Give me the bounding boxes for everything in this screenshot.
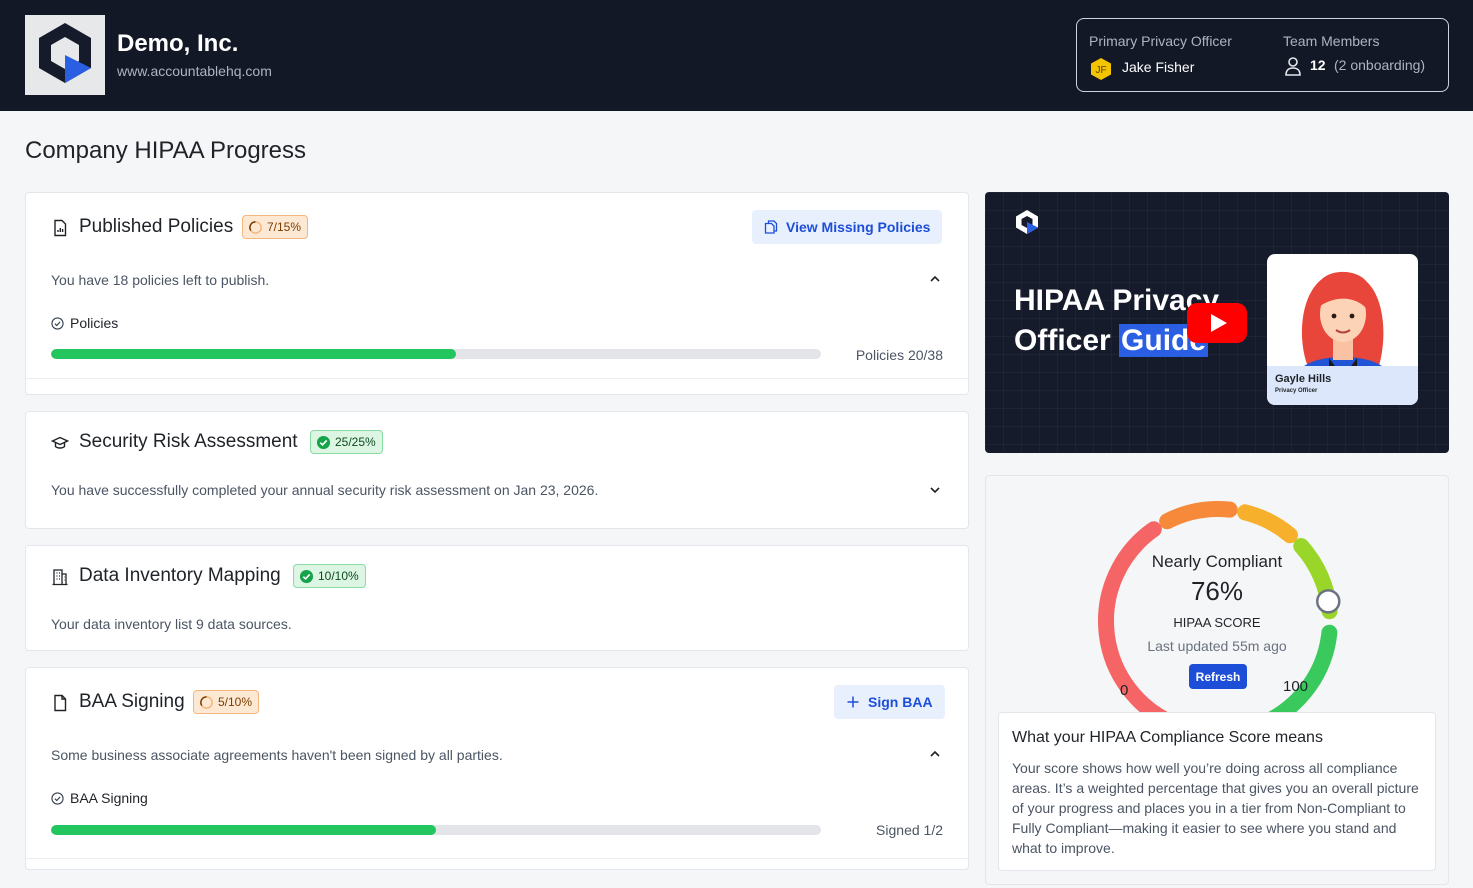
check-circle-filled-icon xyxy=(299,569,314,583)
top-header: Demo, Inc. www.accountablehq.com Primary… xyxy=(0,0,1473,111)
explanation-body: Your score shows how well you’re doing a… xyxy=(1012,760,1419,856)
card-description: Some business associate agreements haven… xyxy=(51,747,503,763)
card-title: Published Policies xyxy=(79,216,234,237)
loading-ring-icon xyxy=(249,220,262,234)
complete-badge: 10/10% xyxy=(293,564,366,588)
file-icon xyxy=(51,694,69,712)
progress-badge: 7/15% xyxy=(242,215,309,239)
published-policies-card: Published Policies 7/15% View Missing Po… xyxy=(25,192,969,395)
baa-progress-bar xyxy=(51,825,821,835)
gauge-max-label: 100 xyxy=(1283,678,1309,695)
policies-sub-label: Policies xyxy=(51,315,118,331)
chevron-down-icon[interactable] xyxy=(928,483,942,497)
data-inventory-mapping-card: Data Inventory Mapping 10/10% Your data … xyxy=(25,545,969,651)
team-info-box: Primary Privacy Officer JF Jake Fisher T… xyxy=(1076,18,1449,92)
last-updated: Last updated 55m ago xyxy=(1147,638,1287,654)
baa-sub-label: BAA Signing xyxy=(51,790,148,806)
divider xyxy=(26,378,968,379)
sign-baa-button[interactable]: Sign BAA xyxy=(834,685,945,719)
security-risk-assessment-card: Security Risk Assessment 25/25% You have… xyxy=(25,411,969,529)
video-title-line2: Officer Guide xyxy=(1014,324,1209,357)
svg-text:JF: JF xyxy=(1095,65,1106,76)
video-thumbnail[interactable]: HIPAA Privacy Officer Guide Gayle Hills … xyxy=(985,192,1449,453)
refresh-button[interactable]: Refresh xyxy=(1189,664,1247,689)
presenter-portrait: Gayle Hills Privacy Officer xyxy=(1267,254,1418,405)
presenter-name: Gayle Hills xyxy=(1275,373,1332,385)
company-logo xyxy=(25,15,105,95)
baa-signing-card: BAA Signing 5/10% Sign BAA Some business… xyxy=(25,667,969,870)
document-icon xyxy=(51,219,69,237)
user-icon xyxy=(1284,56,1302,76)
gauge-min-label: 0 xyxy=(1120,682,1129,699)
team-count: 12 xyxy=(1310,57,1326,73)
progress-badge: 5/10% xyxy=(193,690,260,714)
card-description: You have 18 policies left to publish. xyxy=(51,272,270,288)
brand-logo-icon xyxy=(1016,210,1038,234)
check-circle-icon xyxy=(51,791,64,805)
gauge-segment-amber xyxy=(1237,504,1298,544)
company-name: Demo, Inc. xyxy=(117,30,239,57)
card-title: Data Inventory Mapping xyxy=(79,565,281,586)
team-label: Team Members xyxy=(1283,33,1380,49)
progress-text: Signed 1/2 xyxy=(876,822,943,838)
building-icon xyxy=(51,568,69,586)
view-missing-policies-button[interactable]: View Missing Policies xyxy=(752,210,943,244)
policies-progress-bar xyxy=(51,349,821,359)
card-description: You have successfully completed your ann… xyxy=(51,482,599,498)
play-button-icon[interactable] xyxy=(1187,303,1247,343)
hipaa-score-card: Nearly Compliant 76% HIPAA SCORE Last up… xyxy=(985,475,1449,885)
progress-fill xyxy=(51,349,457,359)
presenter-role: Privacy Officer xyxy=(1275,388,1318,394)
officer-label: Primary Privacy Officer xyxy=(1089,33,1232,49)
progress-text: Policies 20/38 xyxy=(855,347,943,363)
score-status: Nearly Compliant xyxy=(1151,552,1283,571)
score-label: HIPAA SCORE xyxy=(1173,615,1261,630)
score-explanation-box: What your HIPAA Compliance Score means Y… xyxy=(998,712,1436,871)
divider xyxy=(26,858,968,859)
team-onboarding: (2 onboarding) xyxy=(1334,57,1426,73)
plus-icon xyxy=(847,696,859,708)
loading-ring-icon xyxy=(200,695,213,709)
officer-avatar: JF xyxy=(1089,57,1113,81)
page-title: Company HIPAA Progress xyxy=(25,137,307,164)
chevron-up-icon[interactable] xyxy=(928,272,942,286)
copy-document-icon xyxy=(764,220,778,234)
card-title: BAA Signing xyxy=(79,691,185,712)
card-title: Security Risk Assessment xyxy=(79,431,298,452)
gauge-segment-orange xyxy=(1159,501,1238,530)
explanation-title: What your HIPAA Compliance Score means xyxy=(1012,729,1323,746)
progress-fill xyxy=(51,825,436,835)
chevron-up-icon[interactable] xyxy=(928,747,942,761)
card-description: Your data inventory list 9 data sources. xyxy=(51,616,292,632)
check-circle-icon xyxy=(51,316,64,330)
company-url[interactable]: www.accountablehq.com xyxy=(117,63,272,79)
graduation-cap-icon xyxy=(50,434,70,452)
score-value: 76% xyxy=(1190,576,1244,606)
officer-name[interactable]: Jake Fisher xyxy=(1122,59,1194,75)
check-circle-filled-icon xyxy=(316,435,331,449)
complete-badge: 25/25% xyxy=(310,430,383,454)
